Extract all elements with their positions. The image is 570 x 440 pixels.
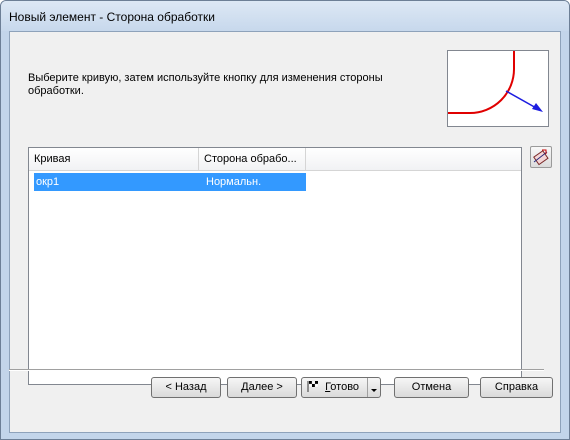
finish-button[interactable]: Готово [301,377,381,398]
window-title: Новый элемент - Сторона обработки [9,10,215,24]
instruction-text: Выберите кривую, затем используйте кнопк… [28,72,383,97]
curve-list[interactable]: Кривая Сторона обрабо... окр1 Нормальн. [28,147,522,385]
list-header: Кривая Сторона обрабо... [29,148,521,171]
title-bar[interactable]: Новый элемент - Сторона обработки [1,1,569,31]
toggle-side-icon [533,149,549,166]
checkered-flag-icon [307,380,319,392]
finish-label-rest: отово [330,381,360,393]
table-row[interactable]: окр1 Нормальн. [34,173,306,191]
dialog-client-area: Выберите кривую, затем используйте кнопк… [9,31,561,433]
row-side-cell: Нормальн. [206,176,262,188]
toggle-side-button[interactable] [530,146,552,168]
cancel-button[interactable]: Отмена [394,377,469,398]
button-separator [9,369,544,371]
finish-dropdown-toggle[interactable] [367,378,380,397]
row-curve-cell: окр1 [36,176,60,188]
help-button[interactable]: Справка [480,377,553,398]
side-preview-image [447,50,549,127]
column-header-curve[interactable]: Кривая [29,148,199,170]
finish-label: Готово [325,381,359,393]
chevron-down-icon [371,389,377,392]
back-button[interactable]: < Назад [151,377,221,398]
curve-side-preview-icon [448,51,543,114]
column-header-side[interactable]: Сторона обрабо... [199,148,306,170]
next-button[interactable]: Далее > [227,377,297,398]
dialog-window: Новый элемент - Сторона обработки Выбери… [0,0,570,440]
